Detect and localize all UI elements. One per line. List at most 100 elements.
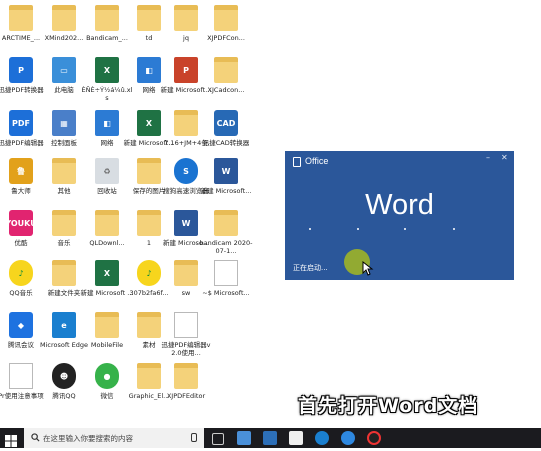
folder-icon bbox=[52, 260, 76, 286]
folder-icon bbox=[137, 5, 161, 31]
start-button[interactable] bbox=[5, 432, 17, 447]
desktop-icon-label: bandicam 2020-07-1... bbox=[199, 239, 253, 255]
desktop-icon[interactable]: YOUKU 优酷 bbox=[0, 207, 42, 259]
desktop-icon[interactable]: ~$ Microsoft... bbox=[202, 257, 250, 309]
mail-icon[interactable] bbox=[237, 431, 251, 445]
desktop-icon-label: ~$ Microsoft... bbox=[202, 289, 250, 297]
desktop-icon[interactable]: ◆ 腾讯会议 bbox=[0, 309, 42, 361]
ctrl-icon: ▦ bbox=[52, 110, 76, 136]
desktop-icon[interactable]: XMind202... bbox=[43, 2, 85, 54]
task-view-icon[interactable] bbox=[212, 433, 224, 445]
windows-logo-icon bbox=[5, 435, 17, 447]
video-caption: 首先打开Word文档 bbox=[298, 395, 479, 417]
loading-dot bbox=[404, 228, 406, 230]
desktop-icon[interactable]: P 迅捷PDF转换器 bbox=[0, 54, 44, 106]
desktop-icon[interactable]: bandicam 2020-07-1... bbox=[199, 207, 253, 259]
desktop-icon[interactable]: ● 微信 bbox=[86, 360, 128, 412]
sogou-browser-icon[interactable] bbox=[341, 431, 355, 445]
desktop-icon-label: XJPDFCon... bbox=[207, 34, 245, 42]
desktop-icon[interactable]: X 新建 Microsoft ... bbox=[81, 257, 133, 309]
desktop-icon-label: XJPDFEditor bbox=[166, 392, 206, 400]
folder-icon bbox=[137, 210, 161, 236]
desktop-icon[interactable]: ♪ 307b2fa6f... bbox=[128, 257, 170, 309]
folder-icon bbox=[95, 5, 119, 31]
desktop-icon[interactable]: Pr使用注意事项 bbox=[0, 360, 44, 412]
folder-icon bbox=[174, 110, 198, 136]
office-logo-icon bbox=[293, 157, 301, 167]
desktop-icon[interactable]: e Microsoft Edge bbox=[40, 309, 88, 361]
desktop-icon[interactable]: X 新建 Microsoft... bbox=[124, 107, 174, 159]
folder-icon bbox=[214, 57, 238, 83]
desktop-icon[interactable]: pdf 迅捷PDF编辑器v2.0使用... bbox=[161, 309, 211, 361]
desktop-icon[interactable]: Bandicam_... bbox=[86, 2, 128, 54]
folder-icon bbox=[52, 5, 76, 31]
search-icon bbox=[31, 433, 40, 442]
folder-icon bbox=[137, 312, 161, 338]
desktop-icon[interactable]: 新建文件夹 bbox=[43, 257, 85, 309]
desktop-icon[interactable]: ◧ 网络 bbox=[86, 107, 128, 159]
cad-icon: CAD bbox=[214, 110, 238, 136]
desktop-icon[interactable]: 7.16+JM+4条 bbox=[164, 107, 208, 159]
desktop-icon[interactable]: sw bbox=[165, 257, 207, 309]
desktop-icon[interactable]: ▭ 此电脑 bbox=[43, 54, 85, 106]
desktop-icon-label: 迅捷PDF编辑器v2.0使用... bbox=[161, 341, 211, 357]
people-icon[interactable] bbox=[263, 431, 277, 445]
edge-icon[interactable] bbox=[315, 431, 329, 445]
desktop-icon[interactable]: 1 bbox=[128, 207, 170, 259]
desktop-icon[interactable]: ☻ 腾讯QQ bbox=[43, 360, 85, 412]
folder-icon bbox=[174, 363, 198, 389]
desktop-icon-label: 迅捷CAD转换器 bbox=[202, 139, 250, 147]
desktop-icon[interactable]: PDF 迅捷PDF编辑器 bbox=[0, 107, 44, 159]
product-name: Word bbox=[365, 189, 434, 221]
store-icon[interactable] bbox=[289, 431, 303, 445]
microphone-icon[interactable] bbox=[191, 433, 197, 442]
word-icon: W bbox=[214, 158, 238, 184]
qq-icon: ☻ bbox=[52, 363, 76, 389]
desktop-icon[interactable]: jq bbox=[165, 2, 207, 54]
word-icon: W bbox=[174, 210, 198, 236]
desktop-icon[interactable]: ARCTIME_... bbox=[0, 2, 42, 54]
desktop-icon[interactable]: td bbox=[128, 2, 170, 54]
folder-icon bbox=[174, 5, 198, 31]
desktop-icon[interactable]: 保存的图片 bbox=[128, 155, 170, 207]
desktop-icon[interactable]: S 搜狗高速浏览器 bbox=[163, 155, 209, 207]
search-placeholder: 在这里输入你要搜索的内容 bbox=[43, 434, 133, 443]
wx-icon: ● bbox=[95, 363, 119, 389]
close-button[interactable]: ✕ bbox=[501, 153, 508, 162]
desktop-icon[interactable]: P 新建 Microsoft... bbox=[161, 54, 211, 106]
desktop-icon[interactable]: XJPDFEditor bbox=[165, 360, 207, 412]
minimize-button[interactable]: – bbox=[486, 153, 490, 162]
desktop-icon[interactable]: MobileFile bbox=[86, 309, 128, 361]
desktop-icon[interactable]: ◧ 网络 bbox=[128, 54, 170, 106]
folder-icon bbox=[9, 5, 33, 31]
xls-icon: X bbox=[137, 110, 161, 136]
loading-dot bbox=[357, 228, 359, 230]
desktop-icon[interactable]: Graphic_El... bbox=[128, 360, 170, 412]
loading-dot bbox=[309, 228, 311, 230]
folder-icon bbox=[95, 312, 119, 338]
loading-dot bbox=[453, 228, 455, 230]
desktop-icon[interactable]: X ÈÑÈ÷Ý½á¼û.xls bbox=[82, 54, 132, 106]
desktop-icon[interactable]: XJPDFCon... bbox=[205, 2, 247, 54]
folder-icon bbox=[95, 210, 119, 236]
desktop-icon[interactable]: XJCadcon... bbox=[205, 54, 247, 106]
doc-icon bbox=[214, 260, 238, 286]
net-icon: ◧ bbox=[95, 110, 119, 136]
xls-icon: X bbox=[95, 260, 119, 286]
status-text: 正在启动... bbox=[293, 264, 328, 272]
folder-icon bbox=[174, 260, 198, 286]
record-icon[interactable] bbox=[367, 431, 381, 445]
desktop-icon[interactable]: ▦ 控制面板 bbox=[43, 107, 85, 159]
desktop-icon[interactable]: 音乐 bbox=[43, 207, 85, 259]
doc-icon: pdf bbox=[174, 312, 198, 338]
desktop-icon[interactable]: 其他 bbox=[43, 155, 85, 207]
taskbar-search[interactable]: 在这里输入你要搜索的内容 bbox=[24, 428, 204, 448]
desktop-icon[interactable]: QLDownl... bbox=[86, 207, 128, 259]
desktop-icon[interactable]: W 新建 Microsoft... bbox=[201, 155, 251, 207]
desktop-icon[interactable]: ♪ QQ音乐 bbox=[0, 257, 42, 309]
pdf-icon: P bbox=[9, 57, 33, 83]
desktop-icon[interactable]: ♻ 回收站 bbox=[86, 155, 128, 207]
desktop-icon[interactable]: CAD 迅捷CAD转换器 bbox=[203, 107, 249, 159]
desktop-icon[interactable]: 鲁鲁大师 bbox=[0, 155, 42, 207]
net-icon: ◧ bbox=[137, 57, 161, 83]
